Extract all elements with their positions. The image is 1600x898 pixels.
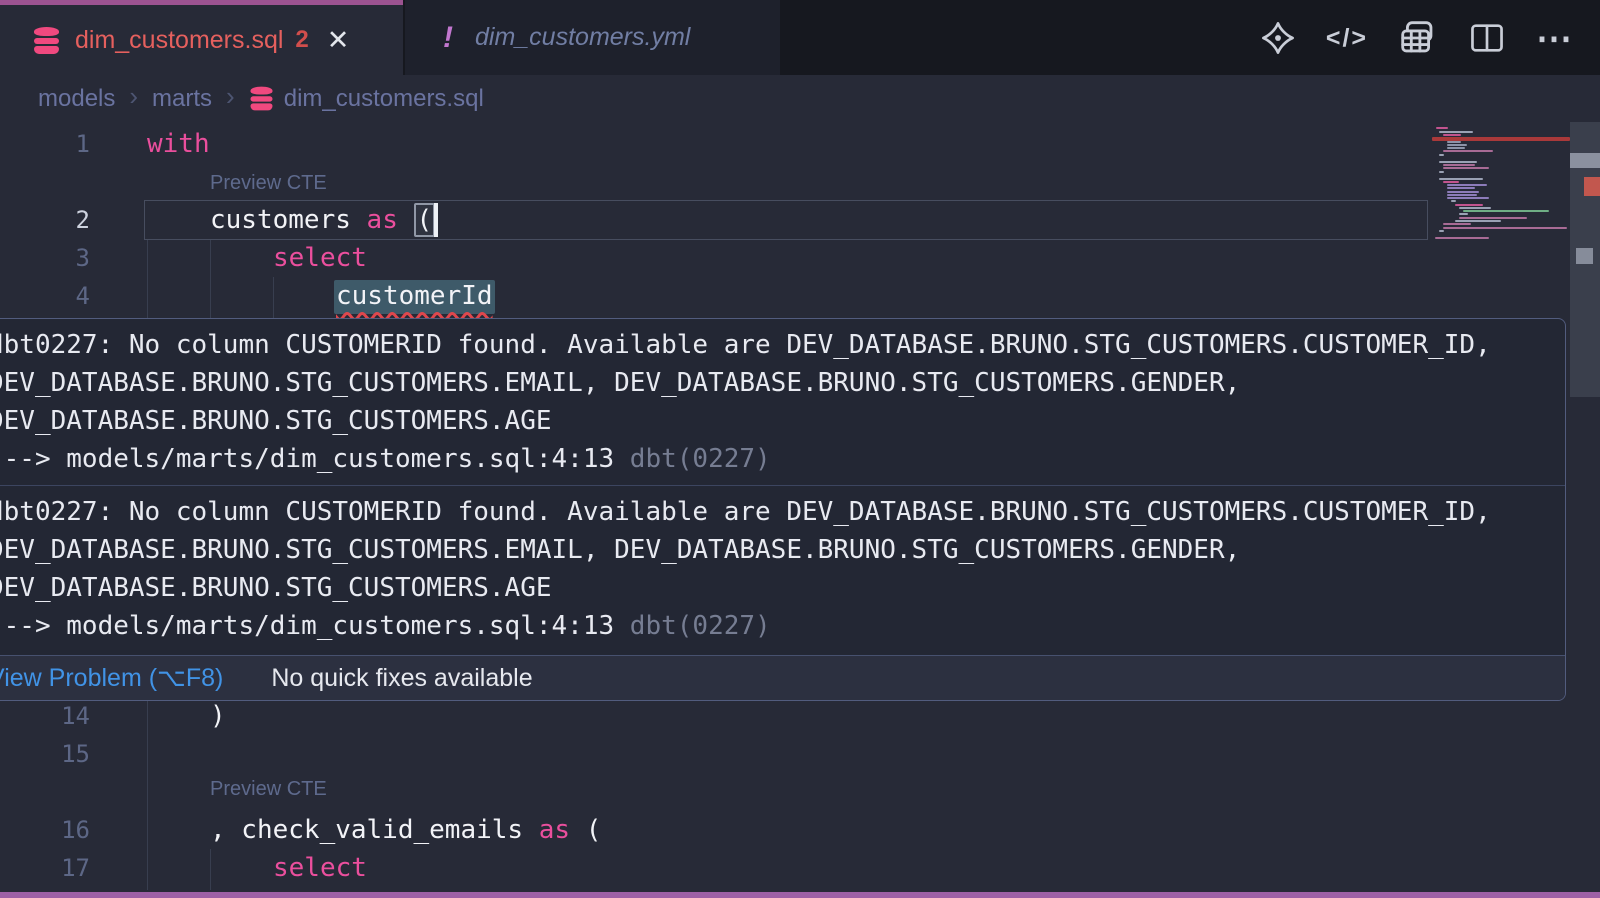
text-cursor [434, 203, 438, 237]
indent-guide [273, 277, 274, 318]
error-text: dbt0227: No column CUSTOMERID found. Ava… [0, 493, 1565, 531]
matching-bracket: ( [414, 203, 436, 237]
code-icon[interactable]: </> [1326, 24, 1368, 53]
indent-guide [147, 240, 148, 318]
error-code: dbt(0227) [630, 611, 771, 641]
error-word-customerId: customerId [334, 280, 495, 314]
breadcrumb-marts[interactable]: marts [152, 85, 212, 113]
line-number: 17 [0, 849, 90, 887]
minimap-code-line [1443, 223, 1471, 225]
error-message-block: dbt0227: No column CUSTOMERID found. Ava… [0, 319, 1565, 478]
overview-ruler-decoration [1570, 153, 1600, 168]
error-text: DEV_DATABASE.BRUNO.STG_CUSTOMERS.AGE [0, 402, 1565, 440]
minimap-code-line [1439, 154, 1444, 156]
minimap-code-line [1447, 144, 1467, 146]
database-icon [34, 27, 59, 54]
minimap-code-line [1443, 134, 1461, 136]
chevron-right-icon: › [226, 81, 235, 112]
code-line-16: , check_valid_emails as ( [210, 811, 601, 849]
more-actions-icon[interactable]: ⋯ [1536, 17, 1574, 59]
minimap-code-line [1443, 167, 1489, 169]
line-number: 4 [0, 277, 90, 315]
code-line-1: with [147, 125, 210, 163]
minimap-code-line [1455, 204, 1483, 206]
code-line-2: customers as ( [210, 201, 432, 239]
error-message-block: dbt0227: No column CUSTOMERID found. Ava… [0, 486, 1565, 645]
error-text: dbt0227: No column CUSTOMERID found. Ava… [0, 326, 1565, 364]
minimap-code-line [1439, 230, 1444, 232]
error-location: --> models/marts/dim_customers.sql:4:13 … [0, 607, 1565, 645]
minimap-code-line [1436, 127, 1448, 129]
error-exclamation-icon: ! [443, 21, 453, 55]
minimap-code-line [1439, 161, 1477, 163]
error-text: DEV_DATABASE.BRUNO.STG_CUSTOMERS.EMAIL, … [0, 364, 1565, 402]
minimap-code-line [1443, 227, 1567, 229]
line-number-active: 2 [0, 201, 90, 239]
minimap-code-line [1451, 200, 1456, 202]
minimap-code-line [1447, 184, 1487, 186]
code-lens-preview-cte[interactable]: Preview CTE [210, 172, 327, 195]
minimap-code-line [1447, 197, 1489, 199]
minimap-code-line [1443, 164, 1475, 166]
window-bottom-accent [0, 892, 1600, 898]
editor-actions: </> ⋯ [1260, 5, 1574, 71]
code-line-14: ) [210, 697, 226, 735]
scrollbar-overview-ruler[interactable] [1570, 122, 1600, 892]
view-problem-link[interactable]: View Problem (⌥F8) [0, 663, 223, 693]
copy-table-icon[interactable] [1398, 18, 1438, 58]
line-number: 3 [0, 239, 90, 277]
error-code: dbt(0227) [630, 444, 771, 474]
code-line-3: select [273, 239, 367, 277]
breadcrumb-file[interactable]: dim_customers.sql [284, 85, 484, 113]
tab-bar: dim_customers.sql 2 ✕ ! dim_customers.ym… [0, 0, 1600, 75]
minimap-code-line [1459, 217, 1527, 219]
minimap-code-line [1447, 147, 1465, 149]
minimap-code-line [1435, 237, 1489, 239]
line-number: 16 [0, 811, 90, 849]
tab-label: dim_customers.sql [75, 26, 283, 55]
minimap-code-line [1439, 178, 1483, 180]
code-lens-preview-cte[interactable]: Preview CTE [210, 778, 327, 801]
line-number: 15 [0, 735, 90, 773]
minimap-code-line [1443, 181, 1459, 183]
minimap-code-line [1439, 171, 1444, 173]
minimap-code-line [1443, 150, 1493, 152]
no-quick-fixes-text: No quick fixes available [271, 664, 532, 693]
tab-dim-customers-sql[interactable]: dim_customers.sql 2 ✕ [0, 0, 403, 75]
minimap-code-line [1447, 194, 1477, 196]
close-icon[interactable]: ✕ [327, 27, 350, 54]
line-number: 14 [0, 697, 90, 735]
breadcrumb: models › marts › dim_customers.sql [0, 75, 1600, 122]
tab-error-count-badge: 2 [295, 26, 308, 54]
indent-guide [210, 849, 211, 890]
database-icon [250, 87, 272, 111]
minimap-code-line [1463, 210, 1549, 212]
minimap-code-line [1447, 141, 1461, 143]
overview-ruler-decoration [1576, 248, 1593, 264]
error-text: DEV_DATABASE.BRUNO.STG_CUSTOMERS.AGE [0, 569, 1565, 607]
overview-ruler-decoration [1584, 177, 1600, 196]
indent-guide [210, 240, 211, 318]
chevron-right-icon: › [129, 81, 138, 112]
dbt-logo-icon[interactable] [1260, 20, 1296, 56]
minimap-code-line [1439, 131, 1473, 133]
error-text: DEV_DATABASE.BRUNO.STG_CUSTOMERS.EMAIL, … [0, 531, 1565, 569]
minimap-code-line [1459, 213, 1468, 215]
tab-label: dim_customers.yml [475, 23, 690, 52]
tab-dim-customers-yml[interactable]: ! dim_customers.yml [405, 0, 780, 75]
breadcrumb-models[interactable]: models [38, 85, 115, 113]
minimap-code-line [1455, 220, 1501, 222]
error-location: --> models/marts/dim_customers.sql:4:13 … [0, 440, 1565, 478]
line-number: 1 [0, 125, 90, 163]
indent-guide [147, 701, 148, 890]
code-line-4: customerId [334, 277, 495, 315]
minimap-code-line [1447, 191, 1479, 193]
code-line-17: select [273, 849, 367, 887]
error-hover-popup: dbt0227: No column CUSTOMERID found. Ava… [0, 318, 1566, 701]
minimap-code-line [1459, 207, 1491, 209]
split-editor-icon[interactable] [1468, 19, 1506, 57]
minimap-error-line [1432, 137, 1570, 141]
minimap-code-line [1447, 187, 1475, 189]
popup-status-bar: View Problem (⌥F8) No quick fixes availa… [0, 655, 1565, 700]
